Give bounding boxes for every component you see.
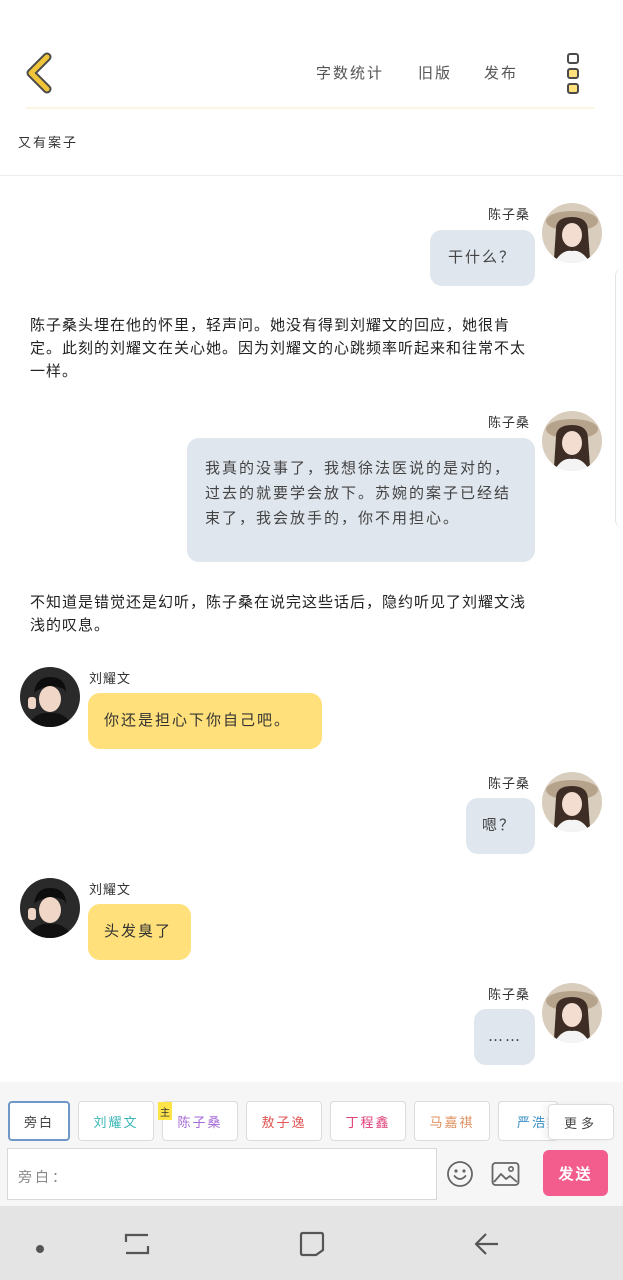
character-tab-label: 旁白	[23, 1115, 54, 1131]
character-tab-label: 丁程鑫	[345, 1115, 391, 1131]
dot-icon	[36, 1245, 44, 1253]
girl-avatar-icon	[542, 983, 602, 1043]
chat-bubble-right[interactable]: 干什么？	[430, 230, 535, 286]
boy-avatar-icon	[20, 667, 80, 727]
chapter-title[interactable]: 又有案子	[18, 132, 78, 151]
home-square-icon	[299, 1231, 325, 1257]
avatar-liu-yaowen[interactable]	[20, 667, 80, 727]
chat-bubble-right[interactable]: 嗯？	[466, 798, 535, 854]
more-characters-button[interactable]: 更多	[548, 1104, 614, 1140]
character-tab-ding-chengxin[interactable]: 丁程鑫	[330, 1101, 406, 1141]
smiley-icon	[447, 1161, 473, 1187]
back-arrow-icon	[26, 52, 52, 94]
scroll-handle[interactable]	[615, 268, 623, 528]
character-tab-label: 陈子桑	[177, 1115, 223, 1131]
title-divider	[0, 175, 623, 176]
character-tab-narrator[interactable]: 旁白	[8, 1101, 70, 1141]
girl-avatar-icon	[542, 411, 602, 471]
header-divider	[26, 107, 594, 109]
narration-text[interactable]: 不知道是错觉还是幻听，陈子桑在说完这些话后，隐约听见了刘耀文浅浅的叹息。	[30, 591, 530, 637]
character-tab-label: 刘耀文	[93, 1115, 139, 1131]
speaker-name: 陈子桑	[488, 988, 531, 1003]
old-version-button[interactable]: 旧版	[418, 62, 468, 83]
message-input[interactable]	[68, 1159, 428, 1191]
avatar-chen-zisang[interactable]	[542, 411, 602, 471]
avatar-chen-zisang[interactable]	[542, 983, 602, 1043]
word-count-button[interactable]: 字数统计	[316, 62, 406, 83]
chat-bubble-right[interactable]: ……	[474, 1009, 535, 1065]
avatar-chen-zisang[interactable]	[542, 203, 602, 263]
character-tab-label: 马嘉祺	[429, 1115, 475, 1131]
image-button[interactable]	[491, 1161, 520, 1187]
more-menu-button[interactable]	[562, 52, 584, 96]
more-vertical-icon	[567, 53, 579, 94]
chat-bubble-left[interactable]: 头发臭了	[88, 904, 191, 960]
back-nav-icon	[474, 1233, 498, 1255]
speaker-name: 刘耀文	[89, 672, 132, 687]
back-button[interactable]	[18, 50, 58, 96]
speaker-name: 陈子桑	[488, 208, 531, 223]
character-tab-ma-jiaqi[interactable]: 马嘉祺	[414, 1101, 490, 1141]
speaker-name: 陈子桑	[488, 416, 531, 431]
chat-bubble-left[interactable]: 你还是担心下你自己吧。	[88, 693, 322, 749]
girl-avatar-icon	[542, 772, 602, 832]
girl-avatar-icon	[542, 203, 602, 263]
main-character-badge: 主	[158, 1102, 172, 1120]
send-button[interactable]: 发送	[543, 1150, 608, 1196]
avatar-chen-zisang[interactable]	[542, 772, 602, 832]
boy-avatar-icon	[20, 878, 80, 938]
recent-apps-icon	[124, 1233, 150, 1255]
emoji-button[interactable]	[446, 1160, 474, 1188]
speaker-name: 刘耀文	[89, 883, 132, 898]
narration-text[interactable]: 陈子桑头埋在他的怀里，轻声问。她没有得到刘耀文的回应，她很肯定。此刻的刘耀文在关…	[30, 314, 530, 383]
character-tab-chen-zisang[interactable]: 陈子桑	[162, 1101, 238, 1141]
speaker-name: 陈子桑	[488, 777, 531, 792]
back-nav-button[interactable]	[472, 1230, 500, 1258]
chat-bubble-right[interactable]: 我真的没事了，我想徐法医说的是对的，过去的就要学会放下。苏婉的案子已经结束了，我…	[187, 438, 535, 562]
character-tab-liu-yaowen[interactable]: 刘耀文	[78, 1101, 154, 1141]
character-tab-label: 敖子逸	[261, 1115, 307, 1131]
message-input-box[interactable]: 旁白：	[7, 1148, 437, 1200]
top-bar: 字数统计 旧版 发布	[0, 0, 623, 110]
image-icon	[491, 1162, 520, 1186]
home-button[interactable]	[298, 1230, 326, 1258]
publish-button[interactable]: 发布	[484, 62, 534, 83]
system-nav-bar	[0, 1206, 623, 1280]
character-tab-ao-ziyi[interactable]: 敖子逸	[246, 1101, 322, 1141]
input-speaker-label: 旁白：	[18, 1170, 69, 1186]
recent-apps-button[interactable]	[122, 1230, 152, 1258]
avatar-liu-yaowen[interactable]	[20, 878, 80, 938]
nav-dot-button[interactable]	[35, 1239, 45, 1253]
